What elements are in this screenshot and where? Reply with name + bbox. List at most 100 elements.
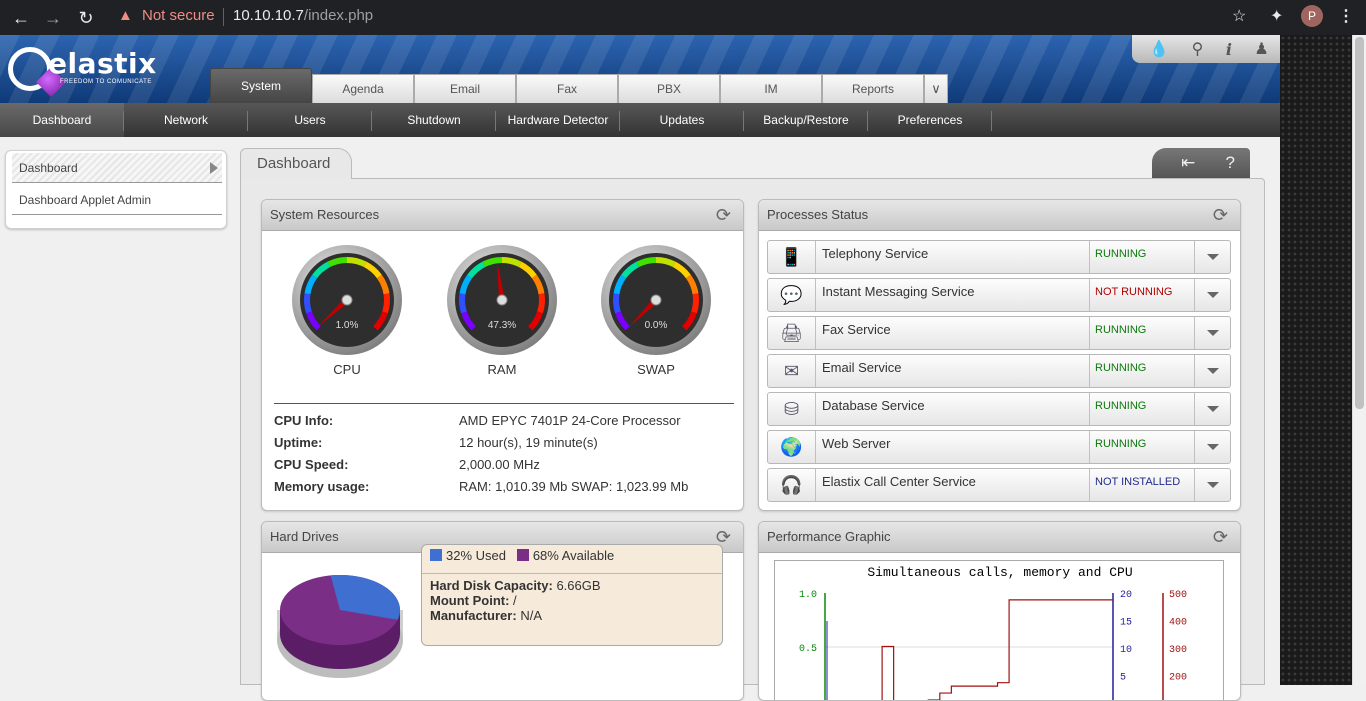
system-resources-panel: System Resources ⟳ 1.0% CPU 47.3% RAM 0.… bbox=[261, 199, 744, 511]
subnav-shutdown[interactable]: Shutdown bbox=[372, 103, 496, 137]
bookmark-star-icon[interactable]: ☆ bbox=[1232, 6, 1246, 26]
middle-tick-label: 10 bbox=[1120, 645, 1132, 656]
process-actions-dropdown-icon[interactable] bbox=[1195, 279, 1230, 311]
panel-title: Hard Drives bbox=[270, 529, 339, 544]
used-swatch bbox=[430, 549, 442, 561]
process-name: Email Service bbox=[822, 360, 902, 375]
tab-fax[interactable]: Fax bbox=[516, 74, 618, 103]
sidebar-item-label: Dashboard Applet Admin bbox=[19, 192, 152, 207]
middle-tick-label: 20 bbox=[1120, 590, 1132, 601]
help-icon[interactable]: ? bbox=[1225, 153, 1234, 173]
tab-system[interactable]: System bbox=[210, 68, 312, 103]
cpu-gauge-label: CPU bbox=[333, 362, 361, 377]
browser-menu-icon[interactable]: ⋮ bbox=[1338, 6, 1354, 26]
address-bar[interactable]: 10.10.10.7/index.php bbox=[233, 7, 373, 24]
tab-email[interactable]: Email bbox=[414, 74, 516, 103]
process-actions-dropdown-icon[interactable] bbox=[1195, 393, 1230, 425]
subnav-users[interactable]: Users bbox=[248, 103, 372, 137]
page-scrollbar[interactable] bbox=[1352, 35, 1366, 685]
process-actions-dropdown-icon[interactable] bbox=[1195, 317, 1230, 349]
panel-title: Processes Status bbox=[767, 207, 869, 222]
reload-icon[interactable]: ↻ bbox=[74, 6, 98, 30]
profile-avatar[interactable]: P bbox=[1301, 5, 1323, 27]
info-value: RAM: 1,010.39 Mb SWAP: 1,023.99 Mb bbox=[459, 479, 689, 494]
extensions-icon[interactable]: ✦ bbox=[1270, 6, 1283, 26]
database-icon: ⛁ bbox=[768, 393, 816, 425]
process-actions-dropdown-icon[interactable] bbox=[1195, 431, 1230, 463]
info-value: 12 hour(s), 19 minute(s) bbox=[459, 435, 598, 450]
globe-icon: 🌍 bbox=[768, 431, 816, 463]
sidebar-item-dashboard[interactable]: Dashboard bbox=[12, 153, 222, 183]
subnav-dashboard[interactable]: Dashboard bbox=[0, 103, 124, 137]
url-path: /index.php bbox=[303, 7, 374, 24]
process-row: ⛁ Database Service RUNNING bbox=[767, 392, 1231, 426]
process-row: 💬 Instant Messaging Service NOT RUNNING bbox=[767, 278, 1231, 312]
process-status: RUNNING bbox=[1089, 393, 1195, 425]
back-icon[interactable]: ← bbox=[9, 6, 33, 30]
cpu-gauge: 1.0% bbox=[292, 245, 402, 355]
available-swatch bbox=[516, 549, 529, 561]
refresh-icon[interactable]: ⟳ bbox=[1213, 528, 1228, 546]
subnav-network[interactable]: Network bbox=[124, 103, 248, 137]
capacity-line: Hard Disk Capacity: 6.66GB bbox=[430, 578, 601, 593]
browser-toolbar: ← → ↻ ▲ Not secure 10.10.10.7/index.php … bbox=[0, 0, 1366, 35]
tab-pbx[interactable]: PBX bbox=[618, 74, 720, 103]
mount-value: / bbox=[513, 593, 517, 608]
process-actions-dropdown-icon[interactable] bbox=[1195, 241, 1230, 273]
header-tools: 💧 ⚲ i ♟ bbox=[1132, 35, 1280, 63]
ram-gauge-label: RAM bbox=[487, 362, 517, 377]
performance-graphic-panel: Performance Graphic ⟳ Simultaneous calls… bbox=[758, 521, 1241, 701]
process-row: 📱 Telephony Service RUNNING bbox=[767, 240, 1231, 274]
process-status: NOT INSTALLED bbox=[1089, 469, 1195, 501]
more-tabs-chevron-icon[interactable]: ∨ bbox=[924, 74, 948, 103]
used-label: 32% Used bbox=[446, 548, 506, 563]
swap-gauge: 0.0% bbox=[601, 245, 711, 355]
forward-icon[interactable]: → bbox=[41, 6, 65, 30]
capacity-key: Hard Disk Capacity: bbox=[430, 578, 553, 593]
process-actions-dropdown-icon[interactable] bbox=[1195, 355, 1230, 387]
warning-icon: ▲ bbox=[118, 7, 133, 24]
user-icon[interactable]: ♟ bbox=[1254, 39, 1268, 59]
security-label[interactable]: Not secure bbox=[142, 7, 215, 24]
envelope-icon: ✉ bbox=[768, 355, 816, 387]
process-status: RUNNING bbox=[1089, 355, 1195, 387]
process-name: Database Service bbox=[822, 398, 925, 413]
tab-im[interactable]: IM bbox=[720, 74, 822, 103]
tab-reports[interactable]: Reports bbox=[822, 74, 924, 103]
theme-drop-icon[interactable]: 💧 bbox=[1149, 39, 1169, 59]
refresh-icon[interactable]: ⟳ bbox=[1213, 206, 1228, 224]
left-tick-label: 1.0 bbox=[799, 590, 817, 601]
performance-chart-svg: 1.0 0.5 20 15 10 5 500 400 300 200 bbox=[799, 590, 1187, 700]
info-value: AMD EPYC 7401P 24-Core Processor bbox=[459, 413, 681, 428]
process-name: Instant Messaging Service bbox=[822, 284, 975, 299]
left-tick-label: 0.5 bbox=[799, 644, 817, 655]
performance-chart: Simultaneous calls, memory and CPU 1.0 0.… bbox=[774, 560, 1224, 700]
tab-agenda[interactable]: Agenda bbox=[312, 74, 414, 103]
disk-legend: 32% Used 68% Available bbox=[430, 548, 614, 563]
process-row: 🌍 Web Server RUNNING bbox=[767, 430, 1231, 464]
subnav-hardware-detector[interactable]: Hardware Detector bbox=[496, 103, 620, 137]
subnav-preferences[interactable]: Preferences bbox=[868, 103, 992, 137]
panel-header: Performance Graphic ⟳ bbox=[759, 522, 1240, 553]
refresh-icon[interactable]: ⟳ bbox=[716, 206, 731, 224]
process-name: Telephony Service bbox=[822, 246, 929, 261]
manufacturer-line: Manufacturer: N/A bbox=[430, 608, 542, 623]
process-row: 🎧 Elastix Call Center Service NOT INSTALLE… bbox=[767, 468, 1231, 502]
search-icon[interactable]: ⚲ bbox=[1192, 39, 1204, 59]
info-key: Memory usage: bbox=[274, 479, 370, 494]
process-actions-dropdown-icon[interactable] bbox=[1195, 469, 1230, 501]
scrollbar-thumb[interactable] bbox=[1355, 37, 1364, 409]
elastix-logo[interactable]: elastix FREEDOM TO COMUNICATE bbox=[8, 43, 178, 99]
subnav-updates[interactable]: Updates bbox=[620, 103, 744, 137]
process-name: Fax Service bbox=[822, 322, 891, 337]
gauge-value: 0.0% bbox=[645, 320, 668, 331]
sidebar-item-dashboard-applet-admin[interactable]: Dashboard Applet Admin bbox=[12, 185, 222, 215]
right-tick-label: 400 bbox=[1169, 618, 1187, 629]
process-name: Web Server bbox=[822, 436, 891, 451]
info-icon[interactable]: i bbox=[1226, 40, 1232, 59]
page-title: Dashboard bbox=[257, 155, 331, 172]
process-name: Elastix Call Center Service bbox=[822, 474, 976, 489]
app-header: elastix FREEDOM TO COMUNICATE System Age… bbox=[0, 35, 1280, 103]
collapse-icon[interactable]: ⇤ bbox=[1181, 153, 1195, 173]
subnav-backup-restore[interactable]: Backup/Restore bbox=[744, 103, 868, 137]
